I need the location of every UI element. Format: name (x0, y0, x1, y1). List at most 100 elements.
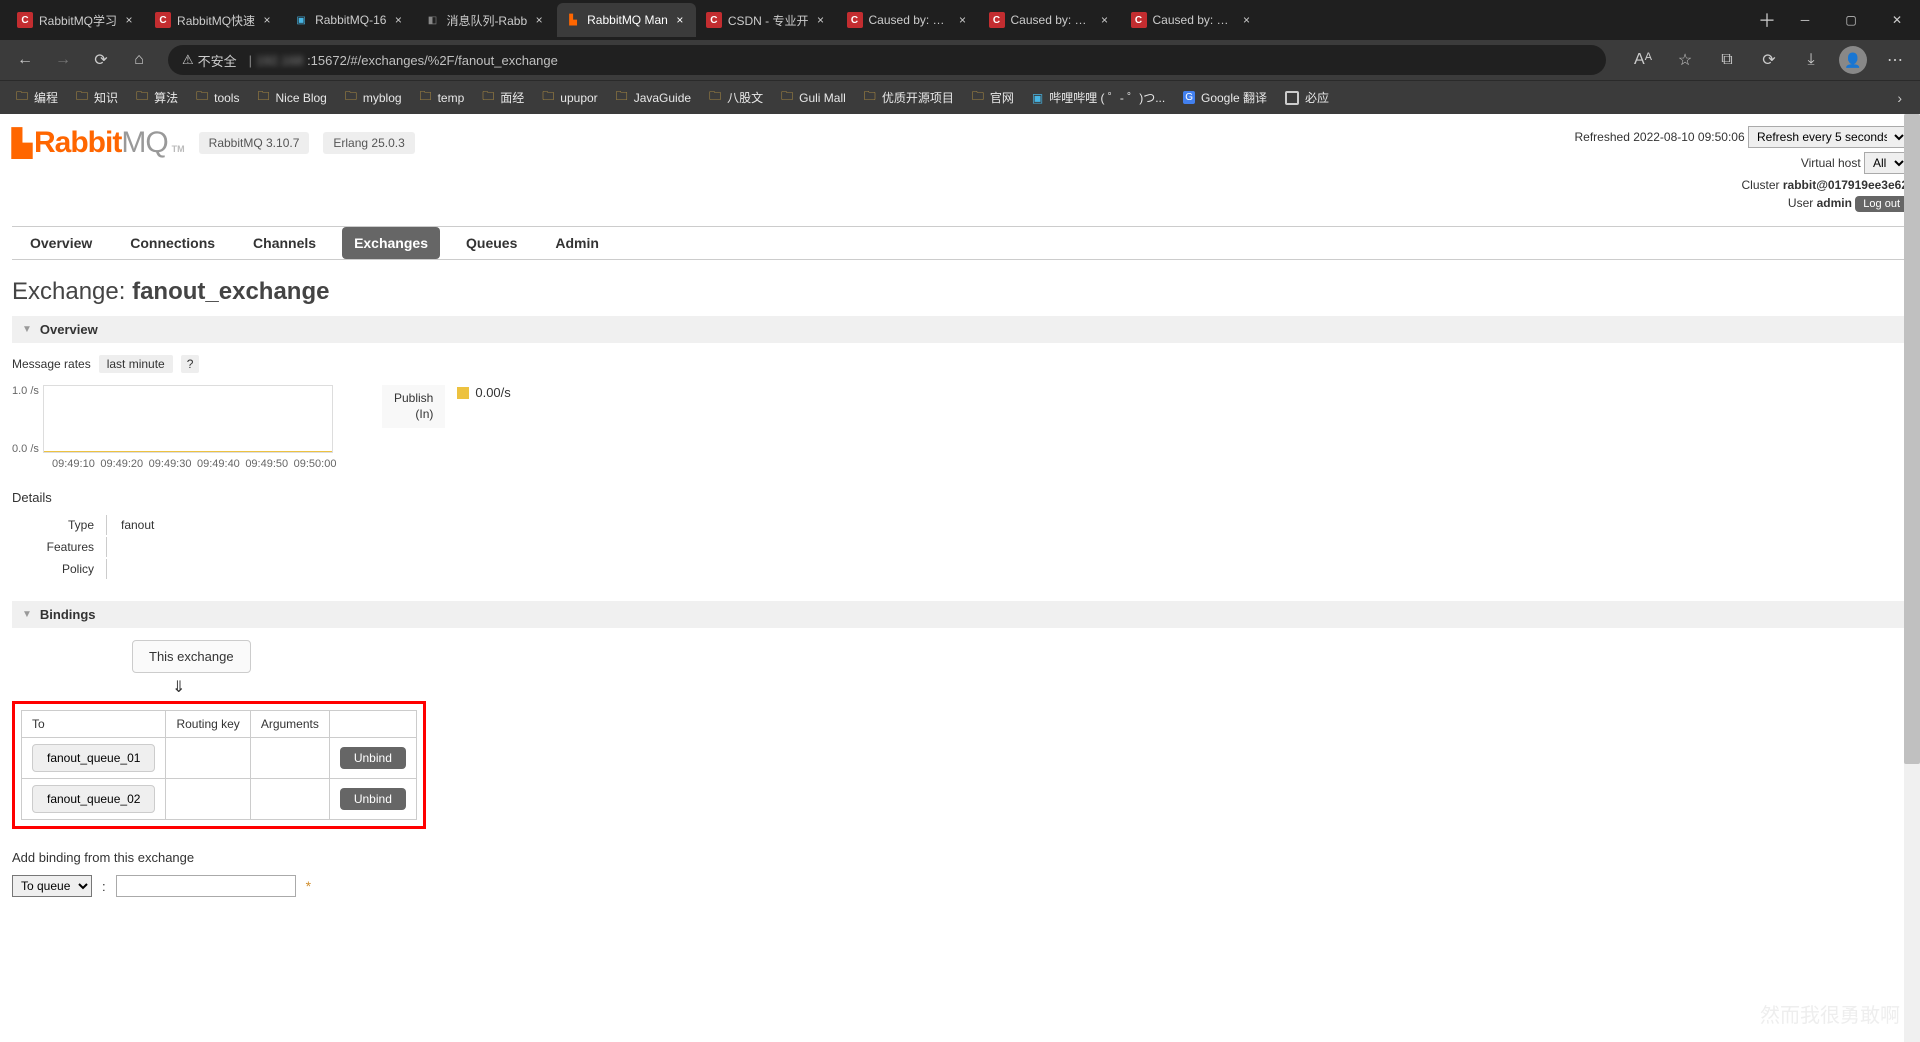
bookmark-folder[interactable]: 🗀官网 (966, 83, 1020, 112)
legend-publish-label: Publish (In) (382, 385, 445, 428)
extensions-icon[interactable]: ⧉ (1710, 43, 1744, 77)
favicon-generic: ◧ (424, 12, 440, 28)
browser-tab[interactable]: CCaused by: con× (1123, 3, 1263, 37)
message-rates-row: Message rates last minute ? (12, 355, 1908, 373)
bookmark-label: 知识 (94, 89, 118, 106)
browser-tab[interactable]: CCaused by: con× (839, 3, 979, 37)
bookmark-label: Nice Blog (275, 91, 326, 105)
nav-connections[interactable]: Connections (126, 227, 219, 259)
home-button[interactable]: ⌂ (122, 43, 156, 77)
tab-title: Caused by: con (1153, 13, 1235, 27)
browser-tab[interactable]: ◧消息队列-Rabb× (416, 3, 555, 37)
rates-help[interactable]: ? (181, 355, 200, 373)
bookmark-folder[interactable]: 🗀myblog (339, 83, 408, 112)
favicon-csdn: C (706, 12, 722, 28)
bookmark-folder[interactable]: 🗀tools (190, 83, 245, 112)
minimize-button[interactable]: ─ (1782, 0, 1828, 40)
bookmark-folder[interactable]: 🗀 知识 (70, 83, 124, 112)
bookmark-folder[interactable]: 🗀Nice Blog (251, 83, 332, 112)
maximize-button[interactable]: ▢ (1828, 0, 1874, 40)
queue-link[interactable]: fanout_queue_02 (32, 785, 155, 813)
user-label: User (1788, 196, 1813, 210)
bookmark-bilibili[interactable]: ▣哔哩哔哩 ( ゜- ゜)つ... (1026, 85, 1171, 110)
binding-destination-type[interactable]: To queue (12, 875, 92, 897)
bookmark-label: 必应 (1305, 89, 1329, 106)
folder-icon: 🗀 (781, 87, 793, 108)
nav-admin[interactable]: Admin (551, 227, 603, 259)
nav-queues[interactable]: Queues (462, 227, 521, 259)
rabbitmq-logo[interactable]: ▙ RabbitMQ TM (12, 126, 185, 160)
bookmarks-overflow[interactable]: › (1889, 90, 1910, 106)
logout-button[interactable]: Log out (1855, 196, 1908, 212)
bookmark-google-translate[interactable]: GGoogle 翻译 (1177, 85, 1273, 110)
browser-tab[interactable]: ▣RabbitMQ-16× (285, 3, 414, 37)
bindings-table: To Routing key Arguments fanout_queue_01… (21, 710, 417, 820)
bookmark-folder[interactable]: 🗀八股文 (703, 83, 769, 112)
bookmark-folder[interactable]: 🗀JavaGuide (610, 83, 697, 112)
refresh-button[interactable]: ⟳ (84, 43, 118, 77)
binding-destination-input[interactable] (116, 875, 296, 897)
nav-overview[interactable]: Overview (26, 227, 96, 259)
vhost-select[interactable]: All (1864, 152, 1908, 174)
scrollbar[interactable] (1904, 114, 1920, 1042)
tab-close-icon[interactable]: × (259, 12, 275, 28)
browser-tab[interactable]: CRabbitMQ快速× (147, 3, 283, 37)
bookmark-bing[interactable]: 必应 (1279, 85, 1335, 110)
folder-icon: 🗀 (542, 87, 554, 108)
bookmark-folder[interactable]: 🗀Guli Mall (775, 83, 852, 112)
bookmark-label: 八股文 (727, 89, 763, 106)
downloads-icon[interactable]: ⤓ (1794, 43, 1828, 77)
refresh-interval-select[interactable]: Refresh every 5 seconds (1748, 126, 1908, 148)
more-icon[interactable]: ⋯ (1878, 43, 1912, 77)
tab-close-icon[interactable]: × (531, 12, 547, 28)
section-bindings-header[interactable]: ▼ Bindings (12, 601, 1908, 628)
queue-link[interactable]: fanout_queue_01 (32, 744, 155, 772)
bookmark-folder[interactable]: 🗀temp (414, 83, 471, 112)
window-controls: ─ ▢ ✕ (1782, 0, 1920, 40)
section-overview-header[interactable]: ▼ Overview (12, 316, 1908, 343)
x-tick: 09:49:20 (100, 458, 148, 470)
bilibili-icon: ▣ (1032, 91, 1043, 105)
browser-tab[interactable]: ▙RabbitMQ Man× (557, 3, 696, 37)
folder-icon: 🗀 (76, 87, 88, 108)
bookmark-folder[interactable]: 🗀优质开源项目 (858, 83, 960, 112)
tab-close-icon[interactable]: × (672, 12, 688, 28)
new-tab-button[interactable]: ＋ (1752, 7, 1782, 33)
favicon-bilibili: ▣ (293, 12, 309, 28)
rates-range[interactable]: last minute (99, 355, 173, 373)
bookmark-folder[interactable]: 🗀编程 (10, 83, 64, 112)
browser-tab[interactable]: CCSDN - 专业开× (698, 3, 837, 37)
required-indicator: * (306, 878, 311, 894)
tab-close-icon[interactable]: × (1097, 12, 1113, 28)
collapse-icon: ▼ (22, 609, 32, 620)
bookmark-folder[interactable]: 🗀算法 (130, 83, 184, 112)
watermark: 然而我很勇敢啊 (1760, 999, 1900, 1028)
section-overview-label: Overview (40, 322, 98, 337)
tab-close-icon[interactable]: × (813, 12, 829, 28)
profile-avatar[interactable]: 👤 (1836, 43, 1870, 77)
bookmark-folder[interactable]: 🗀面经 (476, 83, 530, 112)
tab-close-icon[interactable]: × (121, 12, 137, 28)
browser-tab[interactable]: CCaused by: con× (981, 3, 1121, 37)
browser-tab[interactable]: CRabbitMQ学习× (9, 3, 145, 37)
erlang-version: Erlang 25.0.3 (323, 132, 414, 154)
back-button[interactable]: ← (8, 43, 42, 77)
unbind-button[interactable]: Unbind (340, 788, 406, 810)
read-aloud-icon[interactable]: Aᴬ (1626, 43, 1660, 77)
tab-close-icon[interactable]: × (390, 12, 406, 28)
favorite-icon[interactable]: ☆ (1668, 43, 1702, 77)
tab-close-icon[interactable]: × (1239, 12, 1255, 28)
tab-close-icon[interactable]: × (955, 12, 971, 28)
forward-button[interactable]: → (46, 43, 80, 77)
tab-title: Caused by: con (1011, 13, 1093, 27)
address-bar[interactable]: ⚠ 不安全 | 192.168 :15672/#/exchanges/%2F/f… (168, 45, 1606, 75)
close-window-button[interactable]: ✕ (1874, 0, 1920, 40)
unbind-button[interactable]: Unbind (340, 747, 406, 769)
nav-exchanges[interactable]: Exchanges (342, 227, 440, 259)
nav-channels[interactable]: Channels (249, 227, 320, 259)
bookmark-folder[interactable]: 🗀upupor (536, 83, 603, 112)
bookmark-label: 编程 (34, 89, 58, 106)
page-content: ▙ RabbitMQ TM RabbitMQ 3.10.7 Erlang 25.… (0, 114, 1920, 937)
history-icon[interactable]: ⟳ (1752, 43, 1786, 77)
y-tick: 0.0 /s (12, 443, 39, 455)
